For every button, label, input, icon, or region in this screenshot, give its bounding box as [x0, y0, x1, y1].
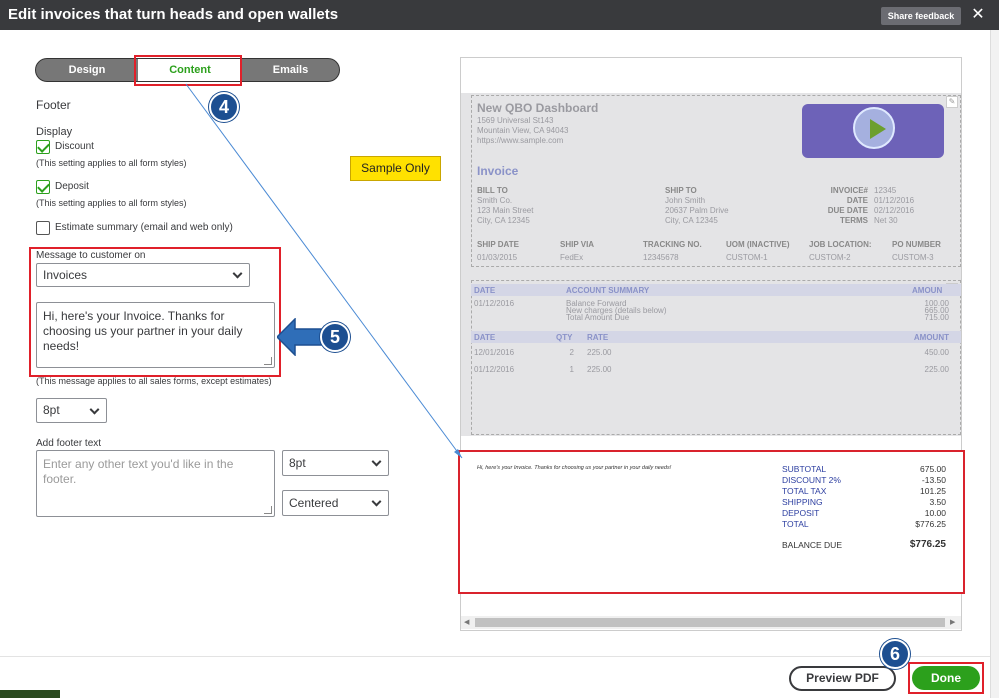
preview-pdf-button[interactable]: Preview PDF [789, 666, 896, 691]
footer-divider [0, 656, 990, 657]
background-strip [0, 690, 60, 698]
step-badge-6: 6 [880, 639, 910, 669]
done-button[interactable]: Done [912, 666, 980, 690]
annotation-connector [185, 83, 463, 459]
invoice-customization-window: Edit invoices that turn heads and open w… [0, 0, 999, 698]
